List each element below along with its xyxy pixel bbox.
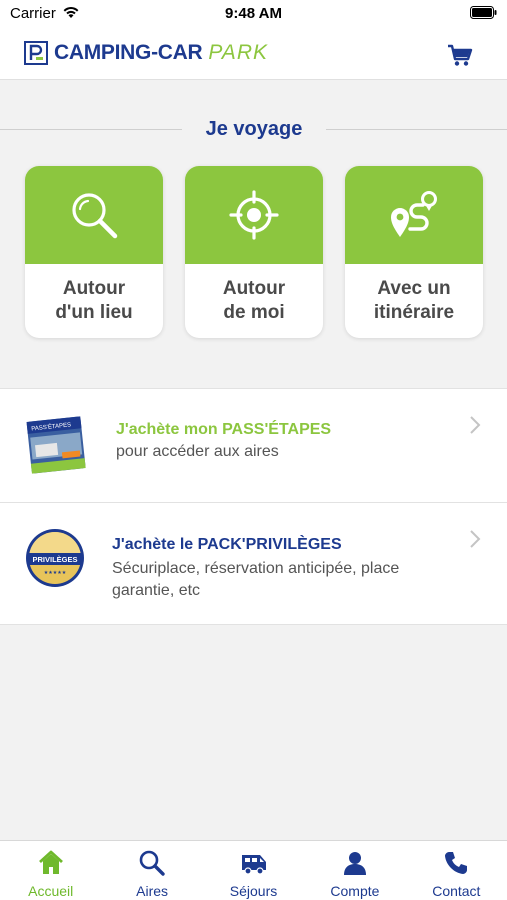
tab-contact[interactable]: Contact — [406, 841, 507, 900]
tile-label: Avec un itinéraire — [373, 278, 455, 323]
tab-label: Contact — [432, 883, 481, 899]
phone-icon — [445, 852, 468, 874]
tab-accueil[interactable]: Accueil — [0, 841, 101, 900]
chevron-right-icon — [470, 530, 481, 548]
tile-icon-area — [25, 166, 163, 264]
app-header: CAMPING-CAR PARK — [0, 28, 507, 80]
tab-label: Séjours — [229, 883, 278, 899]
search-icon — [139, 850, 165, 876]
logo-main-text: CAMPING-CAR — [54, 41, 203, 64]
offer-pack-privileges[interactable]: PRIVILÈGES ★★★★★ J'achète le PACK'PRIVIL… — [0, 503, 507, 625]
battery-icon — [470, 6, 497, 19]
divider — [0, 129, 182, 130]
pass-card-image: PASS'ÉTAPES — [26, 416, 86, 474]
brand-logo: CAMPING-CAR PARK — [24, 40, 268, 66]
locate-icon — [229, 190, 279, 240]
tile-itinerary[interactable]: Avec un itinéraire — [345, 166, 483, 338]
cart-icon[interactable] — [447, 42, 473, 68]
privileges-badge-image: PRIVILÈGES ★★★★★ — [26, 529, 84, 587]
offer-title: J'achète mon PASS'ÉTAPES — [116, 421, 332, 438]
offer-title: J'achète le PACK'PRIVILÈGES — [112, 536, 342, 553]
divider — [326, 129, 507, 130]
tab-aires[interactable]: Aires — [101, 841, 202, 900]
app-screen: Carrier 9:48 AM CAMPING-CAR PARK Je voya… — [0, 0, 507, 900]
tab-label: Accueil — [28, 883, 74, 899]
status-bar: Carrier 9:48 AM — [0, 0, 507, 28]
chevron-right-icon — [470, 416, 481, 434]
camper-van-icon — [241, 855, 266, 875]
tile-around-me[interactable]: Autour de moi — [185, 166, 323, 338]
search-icon — [72, 193, 118, 239]
clock: 9:48 AM — [225, 5, 282, 22]
section-header: Je voyage — [0, 114, 507, 146]
logo-mark-icon — [24, 41, 48, 65]
tile-label: Autour de moi — [222, 278, 286, 323]
tab-sejours[interactable]: Séjours — [203, 841, 304, 900]
tab-bar: Accueil Aires Séjours Compte Contact — [0, 840, 507, 900]
badge-text: PRIVILÈGES — [32, 555, 77, 564]
user-icon — [343, 852, 366, 875]
tab-label: Compte — [330, 883, 380, 899]
tile-icon-area — [345, 166, 483, 264]
offer-subtitle: Sécuriplace, réservation anticipée, plac… — [112, 560, 400, 599]
tile-around-place[interactable]: Autour d'un lieu — [25, 166, 163, 338]
route-icon — [391, 191, 437, 237]
home-icon — [38, 850, 63, 874]
tile-icon-area — [185, 166, 323, 264]
tab-label: Aires — [136, 883, 169, 899]
offer-pass-etapes[interactable]: PASS'ÉTAPES J'achète mon PASS'ÉTAPES pou… — [0, 388, 507, 503]
logo-accent-text: PARK — [208, 41, 268, 64]
tile-label: Autour d'un lieu — [55, 278, 133, 323]
badge-stars-icon: ★★★★★ — [44, 570, 67, 576]
section-title: Je voyage — [205, 118, 303, 140]
offer-subtitle: pour accéder aux aires — [116, 443, 279, 460]
tab-compte[interactable]: Compte — [304, 841, 405, 900]
